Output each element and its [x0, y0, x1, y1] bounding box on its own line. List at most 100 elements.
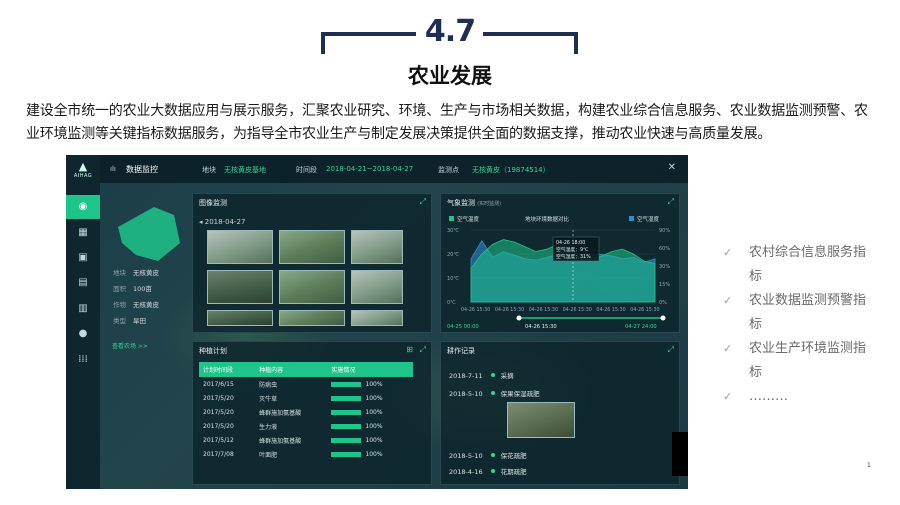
field-photo[interactable] — [351, 230, 403, 264]
y-tick-right: 90% — [659, 228, 670, 234]
progress-bar — [331, 451, 362, 457]
cultivation-log-panel: 耕作记录 ⤢ 2018-7-11 采摘 2018-5-10 保果保湿疏肥 2018-… — [440, 341, 680, 485]
point-filter-select[interactable]: 无核黄皮（19874514） — [472, 165, 550, 175]
planting-plan-panel: 种植计划 ⤢ ⊞ 计划时间段 种植内容 实施情况 2017/6/15 防病虫 100… — [192, 341, 432, 485]
left-rail: ▲ AIHAG ◉ ▦ ▣ ▤ ▥ ● ⁞⁞⁞ — [66, 155, 100, 489]
plan-row[interactable]: 2017/7/08 叶面肥 100% — [199, 447, 413, 461]
log-item[interactable]: 2018-4-16 花期疏肥 — [449, 466, 527, 476]
farm-row: 类型 旱田 — [113, 317, 146, 325]
dashboard-topbar: ılı 数据监控 地块 无核黄皮基地 时间段 2018-04-21~2018-0… — [100, 155, 688, 183]
section-number: 4.7 — [424, 14, 476, 49]
field-photo[interactable] — [351, 310, 403, 326]
image-monitor-panel: 图像监测 ⤢ ◂ 2018-04-27 — [192, 193, 432, 333]
legend-label: 空气湿度 — [637, 215, 660, 223]
x-tick: 04-26 15:30 — [461, 307, 490, 313]
log-item[interactable]: 2018-7-11 采摘 — [449, 370, 514, 380]
checklist-item: ✓ 农业生产环境监测指标 — [723, 337, 873, 385]
range-handle-start — [516, 315, 522, 321]
range-end-label: 04-27 24:00 — [625, 324, 657, 330]
plan-row[interactable]: 2017/6/15 防病虫 100% — [199, 377, 413, 391]
document-nav-icon[interactable]: ▤ — [66, 271, 100, 295]
dashboard-title: 数据监控 — [126, 165, 158, 174]
brand-logo: ▲ AIHAG — [73, 160, 93, 179]
expand-icon[interactable]: ⤢ — [668, 345, 674, 355]
plan-date: 2017/5/12 — [203, 436, 234, 444]
x-tick: 04-26 15:30 — [563, 307, 592, 313]
progress-bar — [331, 395, 362, 401]
indicator-checklist: ✓ 农村综合信息服务指标 ✓ 农业数据监测预警指标 ✓ 农业生产环境监测指标 ✓……… — [723, 241, 873, 409]
plan-date: 2017/6/15 — [203, 380, 234, 388]
field-photo[interactable] — [351, 270, 403, 304]
view-farm-link[interactable]: 查看农场 >> — [112, 341, 148, 350]
log-item[interactable]: 2018-5-10 保花疏肥 — [449, 450, 527, 460]
plan-task: 蜂群施加氨基酸 — [259, 437, 302, 445]
expand-icon[interactable]: ⤢ — [420, 345, 426, 355]
plan-date: 2017/5/20 — [203, 408, 234, 416]
x-tick: 04-26 15:30 — [495, 307, 524, 313]
farm-summary: 地块 无核黄皮 面积 100亩 作物 无核黄皮 类型 旱田 — [106, 193, 184, 353]
log-photo[interactable] — [507, 402, 575, 438]
column-header: 实施情况 — [327, 362, 413, 377]
y-tick-right: 60% — [659, 246, 670, 252]
field-photo[interactable] — [207, 310, 273, 326]
field-photo[interactable] — [207, 270, 273, 304]
column-header: 种植内容 — [255, 362, 328, 377]
base-filter-label: 地块 — [202, 166, 216, 174]
legend-swatch-humidity — [629, 216, 634, 221]
expand-icon[interactable]: ⤢ — [420, 197, 426, 207]
log-item[interactable]: 2018-5-10 保果保湿疏肥 — [449, 388, 540, 398]
redaction-block — [672, 432, 688, 476]
field-photo[interactable] — [279, 270, 345, 304]
chart-title: 地块环境数据对比 — [525, 215, 570, 223]
range-start-label: 04-25 00:00 — [447, 324, 479, 330]
legend-label: 空气温度 — [457, 215, 480, 223]
pin-nav-icon[interactable]: ● — [66, 322, 100, 346]
weather-chart: 空气温度 地块环境数据对比 空气湿度 30℃ 20℃ 10℃ 0℃ 90% 60% 30% 15% 0… — [447, 215, 670, 330]
base-filter-select[interactable]: 无核黄皮基地 — [224, 165, 266, 175]
progress-bar — [331, 381, 362, 387]
check-icon: ✓ — [723, 390, 733, 403]
plan-row[interactable]: 2017/5/20 灭牛草 100% — [199, 391, 413, 405]
point-filter-label: 监测点 — [438, 166, 459, 174]
chart-nav-icon[interactable]: ▥ — [66, 297, 100, 321]
plan-task: 防病虫 — [259, 381, 278, 389]
weather-panel-title: 气象监测 (实时监测) — [447, 199, 502, 207]
plan-task: 蜂群施加氨基酸 — [259, 409, 302, 417]
apps-nav-icon[interactable]: ⁞⁞⁞ — [66, 348, 100, 372]
y-tick-right: 15% — [659, 282, 670, 288]
y-tick-left: 30℃ — [447, 228, 459, 234]
field-photo[interactable] — [279, 310, 345, 326]
y-tick-left: 10℃ — [447, 276, 459, 282]
plan-progress: 100% — [327, 405, 413, 419]
plan-panel-title: 种植计划 — [199, 347, 227, 355]
plan-row[interactable]: 2017/5/20 蜂群施加氨基酸 100% — [199, 405, 413, 419]
intro-paragraph: 建设全市统一的农业大数据应用与展示服务，汇聚农业研究、环境、生产与市场相关数据，… — [26, 103, 868, 142]
field-photo[interactable] — [207, 230, 273, 264]
y-tick-left: 0℃ — [447, 300, 456, 306]
menu-icon[interactable]: ılı — [110, 165, 116, 173]
image-nav-icon[interactable]: ▣ — [66, 246, 100, 270]
plan-progress: 100% — [327, 447, 413, 461]
progress-bar — [331, 423, 362, 429]
time-filter-select[interactable]: 2018-04-21~2018-04-27 — [326, 165, 413, 173]
plan-row[interactable]: 2017/5/20 生力液 100% — [199, 419, 413, 433]
image-date-selector[interactable]: ◂ 2018-04-27 — [199, 218, 245, 226]
progress-bar — [331, 437, 362, 443]
progress-bar — [331, 409, 362, 415]
expand-icon[interactable]: ⤢ — [668, 197, 674, 207]
plan-date: 2017/7/08 — [203, 450, 234, 458]
plan-row[interactable]: 2017/5/12 蜂群施加氨基酸 100% — [199, 433, 413, 447]
y-tick-left: 20℃ — [447, 252, 459, 258]
plan-date: 2017/5/20 — [203, 422, 234, 430]
y-tick-right: 0% — [659, 300, 667, 306]
monitor-nav-icon[interactable]: ◉ — [66, 195, 100, 219]
tooltip-line: 空气温度：9℃ — [556, 246, 589, 253]
checklist-item: ✓……… — [723, 385, 873, 409]
field-photo[interactable] — [279, 230, 345, 264]
stray-mark: 1 — [867, 462, 871, 469]
add-plan-icon[interactable]: ⊞ — [406, 345, 413, 354]
close-icon[interactable]: ✕ — [668, 162, 676, 173]
farm-row: 地块 无核黄皮 — [113, 269, 159, 277]
column-header: 计划时间段 — [199, 362, 256, 377]
grid-nav-icon[interactable]: ▦ — [66, 221, 100, 245]
